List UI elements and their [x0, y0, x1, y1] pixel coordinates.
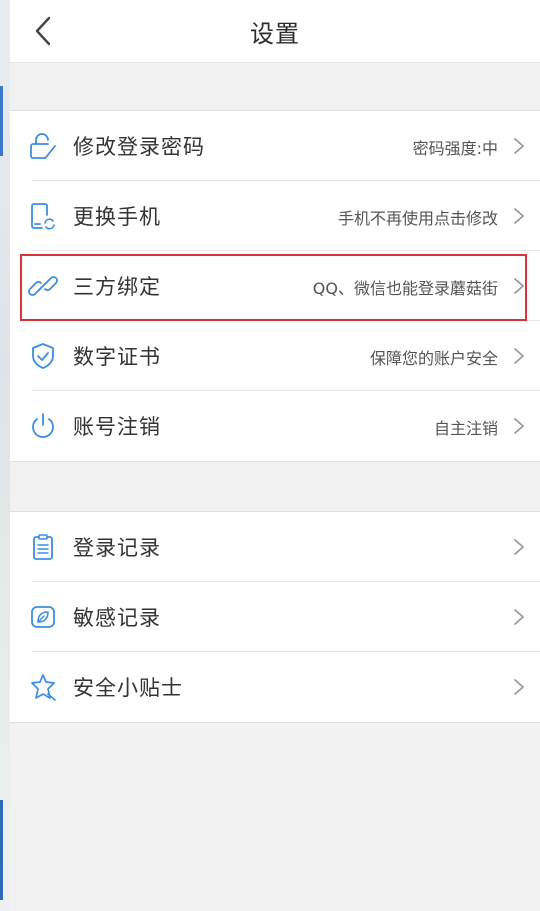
lock-edit-icon: [30, 133, 56, 159]
settings-item-digital-certificate[interactable]: 数字证书 保障您的账户安全: [10, 321, 540, 391]
records-group: 登录记录 敏感记录 安全小贴士: [10, 511, 540, 723]
settings-item-login-records[interactable]: 登录记录: [10, 512, 540, 582]
chevron-right-icon: [514, 278, 524, 294]
settings-item-value: 密码强度:中: [412, 139, 498, 158]
settings-item-account-cancellation[interactable]: 账号注销 自主注销: [10, 391, 540, 461]
settings-item-label: 安全小贴士: [73, 676, 183, 700]
chevron-right-icon: [514, 208, 524, 224]
settings-item-value: 保障您的账户安全: [369, 349, 498, 368]
leaf-icon: [31, 606, 55, 628]
settings-item-change-phone[interactable]: 更换手机 手机不再使用点击修改: [10, 181, 540, 251]
chevron-right-icon: [514, 138, 524, 154]
settings-item-label: 敏感记录: [73, 606, 161, 630]
settings-item-label: 数字证书: [73, 345, 161, 369]
chevron-right-icon: [514, 539, 524, 555]
settings-item-label: 三方绑定: [73, 275, 161, 299]
settings-item-label: 修改登录密码: [73, 135, 205, 159]
settings-screen: 设置 修改登录密码 密码强度:中 更换手机 手机不再使用点击修改 三方绑定 QQ…: [10, 0, 540, 911]
chevron-right-icon: [514, 348, 524, 364]
settings-item-value: QQ、微信也能登录蘑菇街: [312, 279, 498, 298]
chevron-right-icon: [514, 418, 524, 434]
chevron-right-icon: [514, 679, 524, 695]
edge-accent: [0, 86, 3, 156]
clipboard-icon: [33, 534, 53, 560]
settings-item-value: 自主注销: [433, 419, 498, 438]
star-badge-icon: [31, 674, 56, 701]
phone-swap-icon: [31, 203, 55, 230]
settings-item-label: 账号注销: [73, 415, 161, 439]
settings-item-security-tips[interactable]: 安全小贴士: [10, 652, 540, 722]
settings-item-label: 登录记录: [73, 536, 161, 560]
link-icon: [28, 276, 58, 296]
edge-accent: [0, 800, 3, 900]
nav-header: 设置: [10, 0, 540, 63]
settings-item-change-password[interactable]: 修改登录密码 密码强度:中: [10, 111, 540, 181]
chevron-right-icon: [514, 609, 524, 625]
background-app-edge: [0, 0, 10, 911]
settings-item-value: 手机不再使用点击修改: [337, 209, 498, 228]
settings-item-third-party-binding[interactable]: 三方绑定 QQ、微信也能登录蘑菇街: [10, 251, 540, 321]
page-title: 设置: [250, 20, 300, 48]
shield-check-icon: [32, 343, 54, 369]
settings-item-sensitive-records[interactable]: 敏感记录: [10, 582, 540, 652]
power-icon: [32, 413, 54, 438]
settings-item-label: 更换手机: [73, 205, 161, 229]
security-settings-group: 修改登录密码 密码强度:中 更换手机 手机不再使用点击修改 三方绑定 QQ、微信…: [10, 110, 540, 462]
